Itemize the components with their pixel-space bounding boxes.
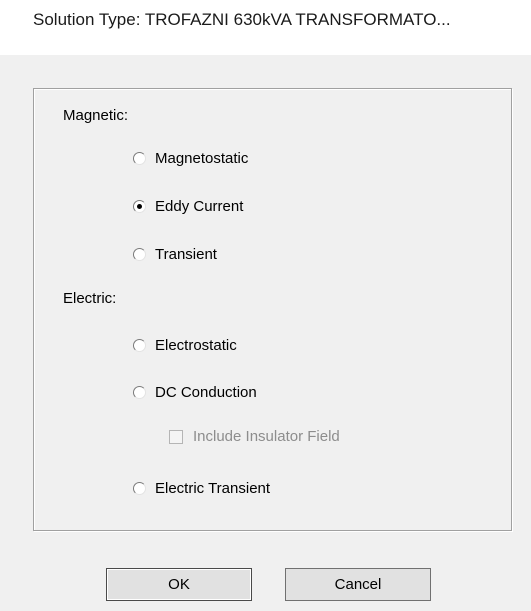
radio-indicator[interactable] [133, 152, 146, 165]
checkbox-indicator [169, 429, 183, 444]
radio-eddy-current[interactable]: Eddy Current [133, 198, 243, 215]
cancel-button[interactable]: Cancel [285, 568, 431, 601]
radio-dc-conduction[interactable]: DC Conduction [133, 384, 257, 401]
radio-electrostatic[interactable]: Electrostatic [133, 337, 237, 354]
radio-selected-dot [137, 204, 142, 209]
dialog-body: Magnetic: Magnetostatic Eddy Current Tra… [0, 55, 531, 611]
radio-magnetostatic-label[interactable]: Magnetostatic [155, 150, 248, 167]
magnetic-label: Magnetic: [63, 107, 129, 124]
dialog-title: Solution Type: TROFAZNI 630kVA TRANSFORM… [33, 10, 451, 29]
checkbox-include-insulator-field: Include Insulator Field [169, 428, 340, 445]
solution-type-dialog: Solution Type: TROFAZNI 630kVA TRANSFORM… [0, 0, 531, 611]
radio-indicator[interactable] [133, 248, 146, 261]
radio-eddy-current-label[interactable]: Eddy Current [155, 198, 243, 215]
radio-electric-transient-label[interactable]: Electric Transient [155, 480, 270, 497]
radio-indicator[interactable] [133, 386, 146, 399]
radio-magnetostatic[interactable]: Magnetostatic [133, 150, 248, 167]
radio-dc-conduction-label[interactable]: DC Conduction [155, 384, 257, 401]
radio-indicator-selected[interactable] [133, 200, 146, 213]
ok-button[interactable]: OK [106, 568, 252, 601]
checkbox-include-insulator-field-label: Include Insulator Field [193, 428, 340, 445]
radio-indicator[interactable] [133, 339, 146, 352]
radio-transient-label[interactable]: Transient [155, 246, 217, 263]
radio-electrostatic-label[interactable]: Electrostatic [155, 337, 237, 354]
radio-indicator[interactable] [133, 482, 146, 495]
solution-type-group: Magnetic: Magnetostatic Eddy Current Tra… [33, 88, 512, 531]
radio-transient[interactable]: Transient [133, 246, 217, 263]
title-bar[interactable]: Solution Type: TROFAZNI 630kVA TRANSFORM… [0, 0, 531, 55]
electric-label: Electric: [63, 290, 117, 307]
radio-electric-transient[interactable]: Electric Transient [133, 480, 270, 497]
